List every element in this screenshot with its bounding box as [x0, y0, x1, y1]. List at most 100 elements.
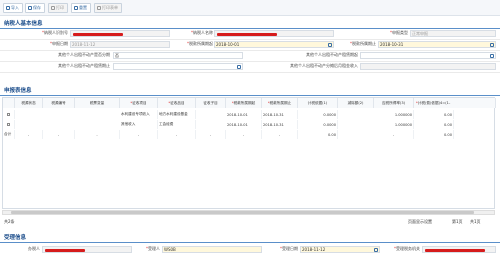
column-header: 减除额(2): [338, 98, 374, 108]
row-checkbox[interactable]: [3, 120, 15, 129]
table-cell: 工会经费: [158, 120, 196, 129]
declare-section-title: 申报表信息: [4, 88, 32, 94]
column-header: 征收子目: [196, 98, 226, 108]
horizontal-scrollbar[interactable]: [2, 210, 495, 215]
divider: [0, 242, 500, 243]
record-count: 共2条: [4, 219, 15, 224]
taxpayer-id-field: [70, 30, 170, 37]
row-checkbox[interactable]: [3, 110, 15, 119]
other-start-field[interactable]: [360, 52, 496, 59]
table-cell: 0.00: [414, 110, 454, 119]
agent-field: [42, 246, 132, 253]
calendar-icon[interactable]: [374, 248, 378, 252]
form-row-3: 其他个人出租不动产是否分期 否 其他个人出租不动产租赁期起: [0, 52, 500, 62]
header-check: [3, 98, 15, 108]
other-end-field[interactable]: [113, 63, 243, 70]
tax-authority-label: *受理税务机关: [394, 246, 420, 251]
calendar-icon[interactable]: [328, 43, 332, 47]
column-header: 应税所得率(3): [374, 98, 414, 108]
period-start-label: *税款所属期起: [187, 41, 213, 46]
accept-section-title: 受理信息: [4, 235, 27, 241]
redaction: [45, 249, 85, 252]
print-icon: [51, 6, 55, 10]
print-form-icon: [97, 6, 101, 10]
table-cell: 2018-10-31: [262, 110, 298, 119]
redaction: [217, 33, 277, 36]
form-row-1: *纳税人识别号 *纳税人名称 *申报类型 正常申报: [0, 30, 500, 40]
save-icon: [28, 6, 32, 10]
total-cell: -: [75, 130, 120, 139]
total-cell: 0.00: [414, 130, 454, 139]
table-cell: 2018-10-01: [226, 120, 262, 129]
calendar-icon[interactable]: [490, 54, 494, 58]
table-cell: 1.000000: [374, 120, 414, 129]
reg-type-label: *申报类型: [390, 30, 408, 35]
page-number: 第1页: [452, 219, 463, 224]
total-cell: -: [262, 130, 298, 139]
total-cell: -: [120, 130, 158, 139]
calendar-icon[interactable]: [237, 65, 241, 69]
taxpayer-name-field: [214, 30, 334, 37]
divider: [0, 95, 500, 96]
print-button[interactable]: 打印: [48, 3, 68, 13]
column-header: 税源状态: [15, 98, 43, 108]
total-label: 合计: [3, 130, 15, 139]
declare-table: 税源状态 税源编号 税票变量 * 征收项目 * 征收品目 征收子目 * 税款所属期起 …: [2, 97, 496, 209]
total-cell: -: [196, 130, 226, 139]
period-end-field[interactable]: 2018-10-31: [378, 41, 496, 48]
acceptor-label: *受理人: [146, 246, 160, 251]
reset-button[interactable]: 重置: [71, 3, 91, 13]
other-income-field: [360, 63, 496, 70]
page-total: 共1页: [470, 219, 481, 224]
other-installment-select[interactable]: 否: [113, 52, 243, 59]
table-cell[interactable]: 0.0000: [298, 110, 338, 119]
column-header: * 税款所属期起: [226, 98, 262, 108]
declare-date-field: 2018-11-12: [70, 41, 170, 48]
form-row-4: 其他个人出租不动产租赁期止 其他个人出租不动产分摊后月租金收入: [0, 63, 500, 73]
redaction: [425, 249, 485, 252]
total-cell: -: [374, 130, 414, 139]
save-button[interactable]: 保存: [25, 3, 45, 13]
table-cell[interactable]: 0.0000: [298, 120, 338, 129]
table-cell: 其他收入: [120, 120, 158, 129]
total-cell: -: [43, 130, 75, 139]
import-icon: [6, 6, 10, 10]
taxpayer-section-title: 纳税人基本信息: [4, 21, 43, 27]
accept-date-field[interactable]: 2018-11-12: [300, 246, 380, 253]
reset-icon: [74, 6, 78, 10]
total-cell: -: [158, 130, 196, 139]
tax-authority-field: [422, 246, 496, 253]
page-settings-link[interactable]: 页面显示设置: [408, 219, 432, 225]
period-end-label: *税款所属期止: [350, 41, 376, 46]
other-end-label: 其他个人出租不动产租赁期止: [58, 63, 110, 68]
table-cell: 2018-10-31: [262, 120, 298, 129]
column-header: 税源编号: [43, 98, 75, 108]
reg-type-field: 正常申报: [410, 30, 496, 37]
other-income-label: 其他个人出租不动产分摊后月租金收入: [290, 63, 358, 68]
import-button[interactable]: 导入: [3, 3, 23, 13]
other-installment-label: 其他个人出租不动产是否分期: [58, 52, 110, 57]
redaction: [73, 33, 123, 36]
print-form-button[interactable]: 打印表单: [94, 3, 122, 13]
scrollbar-thumb[interactable]: [11, 211, 474, 214]
taxpayer-name-label: *纳税人名称: [191, 30, 213, 35]
table-cell: 1.000000: [374, 110, 414, 119]
total-cell: -: [15, 130, 43, 139]
calendar-icon[interactable]: [490, 43, 494, 47]
other-start-label: 其他个人出租不动产租赁期起: [306, 52, 358, 57]
acceptor-field[interactable]: WS0B: [162, 246, 262, 253]
table-cell: 地方水利建设基金: [158, 110, 196, 119]
column-header: * 征收项目: [120, 98, 158, 108]
column-header: * 计税(费)依据(4=(1-: [414, 98, 496, 108]
period-start-field[interactable]: 2018-10-01: [214, 41, 334, 48]
column-header: 税票变量: [75, 98, 120, 108]
toolbar: 导入 保存 打印 重置 打印表单: [0, 0, 500, 16]
table-cell: 0.00: [414, 120, 454, 129]
agent-label: 办税人: [28, 246, 40, 251]
total-cell: 0.00: [298, 130, 338, 139]
accept-date-label: *受理日期: [280, 246, 298, 251]
table-cell: 2018-10-01: [226, 110, 262, 119]
column-header: 计税依据(1): [298, 98, 338, 108]
divider: [0, 28, 500, 29]
form-row-2: *申报日期 2018-11-12 *税款所属期起 2018-10-01 *税款所…: [0, 41, 500, 51]
